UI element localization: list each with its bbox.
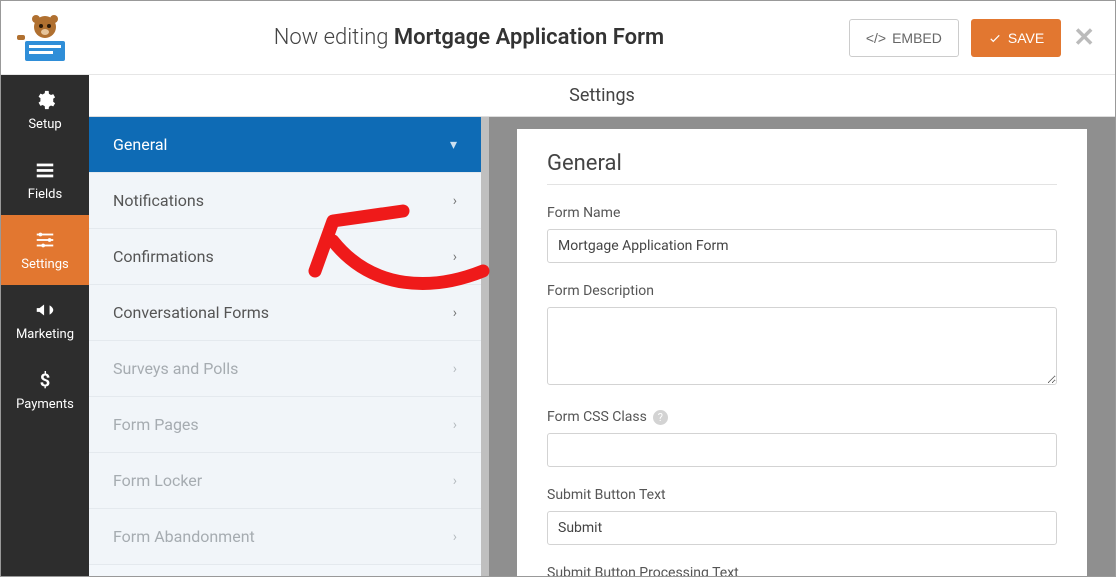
topbar-actions: </> EMBED SAVE ✕	[849, 19, 1115, 57]
form-description-input[interactable]	[547, 307, 1057, 385]
editing-form-title: Mortgage Application Form	[394, 25, 664, 50]
submenu-item-label: Notifications	[113, 191, 204, 210]
settings-panel: General Form Name Form Description Form …	[517, 129, 1087, 576]
form-description-label: Form Description	[547, 283, 1057, 299]
content-area: Settings General ▾ Notifications › Confi…	[89, 75, 1115, 576]
chevron-right-icon: ›	[453, 193, 457, 209]
settings-heading: Settings	[89, 75, 1115, 117]
top-bar: Now editing Mortgage Application Form </…	[1, 1, 1115, 75]
chevron-down-icon: ▾	[450, 137, 457, 153]
editing-prefix: Now editing	[274, 25, 394, 50]
submenu-item-confirmations[interactable]: Confirmations ›	[89, 229, 481, 285]
submenu-item-label: Surveys and Polls	[113, 359, 238, 378]
submenu-item-label: General	[113, 135, 167, 154]
submit-processing-label: Submit Button Processing Text	[547, 565, 1057, 576]
section-divider	[547, 184, 1057, 185]
sidebar-item-fields[interactable]: Fields	[1, 145, 89, 215]
submenu-item-form-locker[interactable]: Form Locker ›	[89, 453, 481, 509]
settings-submenu-list: General ▾ Notifications › Confirmations …	[89, 117, 481, 576]
sidebar-item-payments[interactable]: $ Payments	[1, 355, 89, 425]
chevron-right-icon: ›	[453, 361, 457, 377]
submit-text-input[interactable]	[547, 511, 1057, 545]
form-name-input[interactable]	[547, 229, 1057, 263]
sidebar-item-label: Fields	[28, 187, 62, 202]
page-title: Now editing Mortgage Application Form	[89, 25, 849, 50]
save-button-label: SAVE	[1008, 30, 1044, 46]
check-icon	[988, 31, 1002, 45]
form-css-label: Form CSS Class	[547, 409, 647, 425]
submenu-item-label: Conversational Forms	[113, 303, 269, 322]
gear-icon	[34, 89, 56, 111]
submenu-item-notifications[interactable]: Notifications ›	[89, 173, 481, 229]
submenu-item-label: Form Abandonment	[113, 527, 255, 546]
submenu-item-label: Form Locker	[113, 471, 202, 490]
chevron-right-icon: ›	[453, 249, 457, 265]
sidebar-item-label: Payments	[16, 397, 74, 412]
field-form-css-class: Form CSS Class ?	[547, 409, 1057, 467]
list-icon	[34, 159, 56, 181]
sidebar-item-label: Settings	[21, 257, 68, 272]
submenu-item-label: Confirmations	[113, 247, 214, 266]
embed-button[interactable]: </> EMBED	[849, 19, 959, 57]
field-form-description: Form Description	[547, 283, 1057, 389]
bullhorn-icon	[34, 299, 56, 321]
sidebar-item-setup[interactable]: Setup	[1, 75, 89, 145]
save-button[interactable]: SAVE	[971, 19, 1061, 57]
submenu-item-form-pages[interactable]: Form Pages ›	[89, 397, 481, 453]
field-submit-button-text: Submit Button Text	[547, 487, 1057, 545]
submenu-item-surveys-polls[interactable]: Surveys and Polls ›	[89, 341, 481, 397]
dollar-icon: $	[34, 369, 56, 391]
submenu-item-general[interactable]: General ▾	[89, 117, 481, 173]
submenu-item-label: Form Pages	[113, 415, 199, 434]
sidebar-item-settings[interactable]: Settings	[1, 215, 89, 285]
embed-button-label: EMBED	[892, 30, 942, 46]
settings-submenu: General ▾ Notifications › Confirmations …	[89, 117, 489, 576]
close-icon[interactable]: ✕	[1073, 23, 1095, 53]
settings-panel-wrap: General Form Name Form Description Form …	[489, 117, 1115, 576]
sidebar-item-label: Marketing	[16, 327, 74, 342]
sidebar-item-label: Setup	[28, 117, 61, 132]
chevron-right-icon: ›	[453, 529, 457, 545]
submenu-item-conversational-forms[interactable]: Conversational Forms ›	[89, 285, 481, 341]
submit-text-label: Submit Button Text	[547, 487, 1057, 503]
chevron-right-icon: ›	[453, 417, 457, 433]
form-name-label: Form Name	[547, 205, 1057, 221]
sliders-icon	[34, 229, 56, 251]
form-css-input[interactable]	[547, 433, 1057, 467]
chevron-right-icon: ›	[453, 305, 457, 321]
code-icon: </>	[866, 30, 886, 46]
logo	[1, 13, 89, 63]
help-icon[interactable]: ?	[653, 410, 668, 425]
main-layout: Setup Fields Settings Marketing $ Paymen…	[1, 75, 1115, 576]
sidebar-item-marketing[interactable]: Marketing	[1, 285, 89, 355]
submenu-item-form-abandonment[interactable]: Form Abandonment ›	[89, 509, 481, 565]
panel-heading: General	[547, 151, 1057, 176]
field-submit-button-processing-text: Submit Button Processing Text	[547, 565, 1057, 576]
chevron-right-icon: ›	[453, 473, 457, 489]
field-form-name: Form Name	[547, 205, 1057, 263]
sidebar: Setup Fields Settings Marketing $ Paymen…	[1, 75, 89, 576]
svg-text:$: $	[40, 370, 51, 391]
wpforms-bear-icon	[15, 13, 75, 63]
